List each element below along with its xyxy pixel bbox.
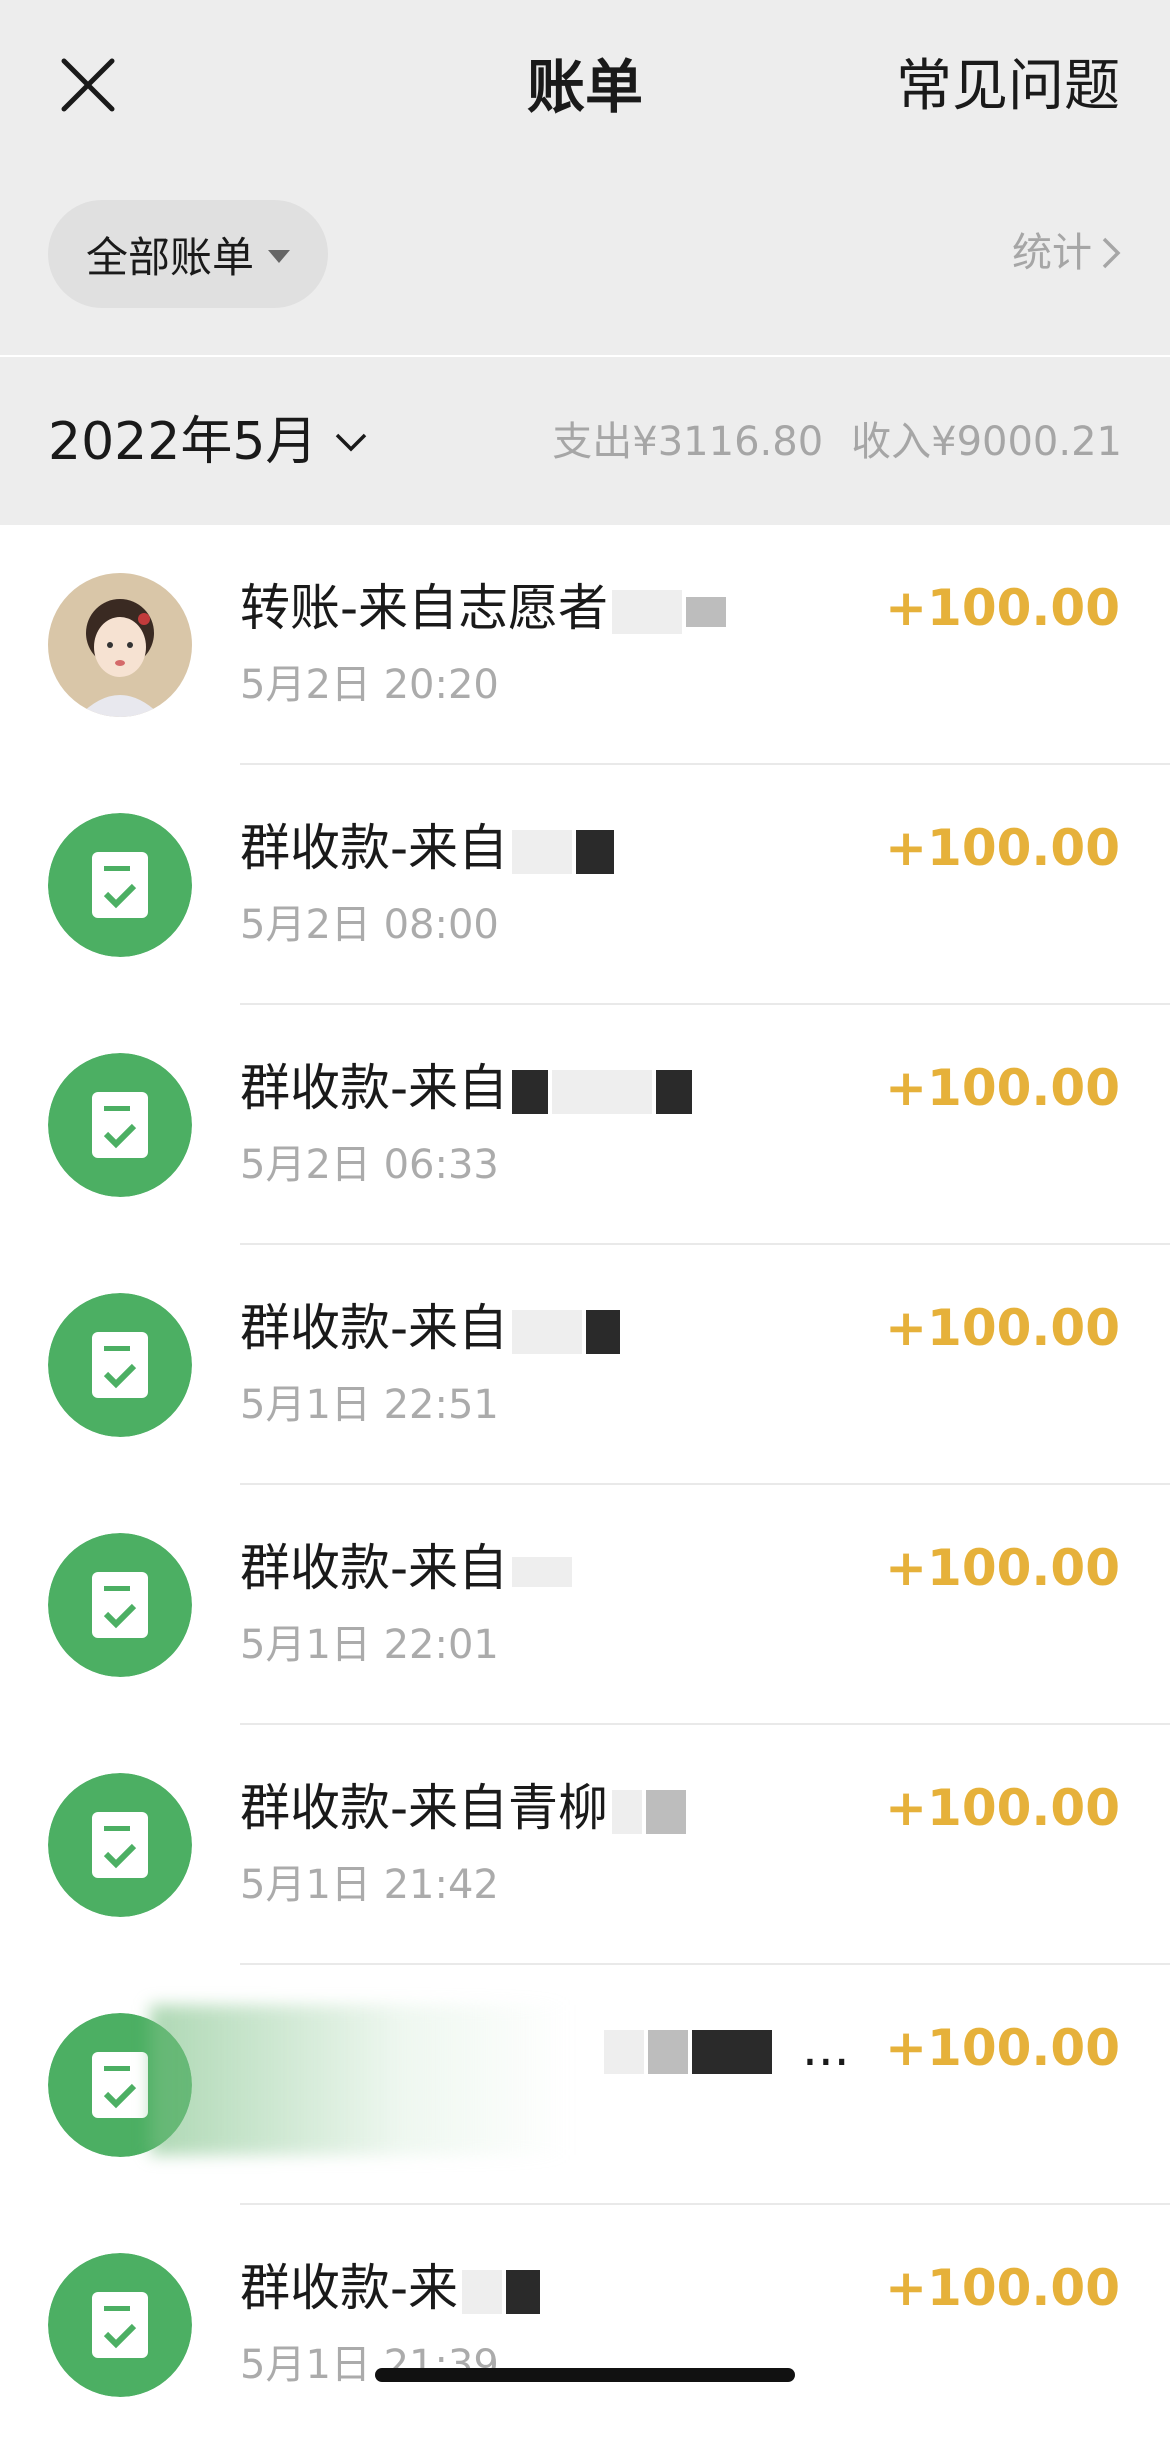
top-bar: 账单 常见问题 全部账单 统计 bbox=[0, 0, 1170, 355]
redacted-text bbox=[604, 2029, 644, 2074]
group-collect-icon bbox=[48, 1773, 192, 1917]
transaction-row[interactable]: ... +100.00 bbox=[0, 1965, 1170, 2205]
transaction-title: 群收款-来自 bbox=[240, 815, 615, 881]
redacted-text bbox=[552, 1069, 653, 1114]
transaction-amount: +100.00 bbox=[885, 1779, 1120, 1837]
redacted-text bbox=[646, 1789, 687, 1834]
redacted-text bbox=[612, 589, 683, 634]
transaction-amount: +100.00 bbox=[885, 1539, 1120, 1597]
month-totals: 支出¥3116.80 收入¥9000.21 bbox=[524, 411, 1122, 473]
stats-link[interactable]: 统计 bbox=[1012, 225, 1122, 281]
transaction-title: 群收款-来自 bbox=[240, 1055, 693, 1121]
transaction-amount: +100.00 bbox=[885, 2019, 1120, 2077]
transaction-amount: +100.00 bbox=[885, 819, 1120, 877]
group-collect-icon bbox=[48, 1053, 192, 1197]
transaction-row[interactable]: 群收款-来自 5月2日 06:33 +100.00 bbox=[0, 1005, 1170, 1245]
transaction-row[interactable]: 群收款-来 5月1日 21:39 +100.00 bbox=[0, 2205, 1170, 2445]
transaction-row[interactable]: 群收款-来自 5月2日 08:00 +100.00 bbox=[0, 765, 1170, 1005]
transaction-time: 5月1日 22:51 bbox=[240, 1382, 499, 1428]
transaction-title: 群收款-来自 bbox=[240, 1295, 621, 1361]
transaction-title: ... bbox=[600, 2015, 850, 2081]
redacted-text bbox=[512, 1556, 573, 1587]
group-collect-icon bbox=[48, 813, 192, 957]
transaction-time: 5月1日 22:01 bbox=[240, 1622, 499, 1668]
transaction-row[interactable]: 转账-来自志愿者 5月2日 20:20 +100.00 bbox=[0, 525, 1170, 765]
transaction-row[interactable]: 群收款-来自 5月1日 22:01 +100.00 bbox=[0, 1485, 1170, 1725]
redacted-text bbox=[462, 2269, 503, 2314]
transaction-title: 群收款-来 bbox=[240, 2255, 541, 2321]
group-collect-icon bbox=[48, 1533, 192, 1677]
bill-filter-label: 全部账单 bbox=[85, 232, 254, 282]
group-collect-icon-wrap bbox=[48, 1533, 192, 1677]
redacted-text bbox=[612, 1789, 643, 1834]
month-selector[interactable]: 2022年5月 bbox=[48, 407, 369, 477]
home-indicator[interactable] bbox=[375, 2368, 795, 2382]
group-collect-icon bbox=[48, 1293, 192, 1437]
transaction-row[interactable]: 群收款-来自 5月1日 22:51 +100.00 bbox=[0, 1245, 1170, 1485]
transaction-amount: +100.00 bbox=[885, 2259, 1120, 2317]
transaction-amount: +100.00 bbox=[885, 1059, 1120, 1117]
month-summary-bar: 2022年5月 支出¥3116.80 收入¥9000.21 bbox=[0, 357, 1170, 525]
redacted-text bbox=[692, 2029, 772, 2074]
transaction-time: 5月1日 21:39 bbox=[240, 2342, 499, 2388]
group-collect-icon-wrap bbox=[48, 1773, 192, 1917]
faq-link[interactable]: 常见问题 bbox=[896, 52, 1120, 122]
group-collect-icon-wrap bbox=[48, 1293, 192, 1437]
transaction-amount: +100.00 bbox=[885, 1299, 1120, 1357]
redacted-text bbox=[686, 596, 727, 627]
redacted-text bbox=[576, 829, 615, 874]
transaction-title: 群收款-来自 bbox=[240, 1535, 573, 1601]
stats-label: 统计 bbox=[1012, 230, 1092, 276]
redacted-text bbox=[512, 1069, 549, 1114]
chevron-down-icon bbox=[336, 433, 367, 452]
month-label: 2022年5月 bbox=[48, 412, 318, 472]
transaction-title: 转账-来自志愿者 bbox=[240, 575, 727, 641]
transaction-amount: +100.00 bbox=[885, 579, 1120, 637]
expense-total: 支出¥3116.80 bbox=[552, 419, 824, 465]
group-collect-icon bbox=[48, 2253, 192, 2397]
group-collect-icon-wrap bbox=[48, 2253, 192, 2397]
transaction-time: 5月2日 08:00 bbox=[240, 902, 499, 948]
blur-smudge bbox=[150, 2005, 570, 2155]
transaction-row[interactable]: 群收款-来自青柳 5月1日 21:42 +100.00 bbox=[0, 1725, 1170, 1965]
redacted-text bbox=[586, 1309, 621, 1354]
group-collect-icon-wrap bbox=[48, 813, 192, 957]
redacted-text bbox=[648, 2029, 688, 2074]
avatar bbox=[48, 573, 192, 717]
redacted-text bbox=[656, 1069, 693, 1114]
redacted-text bbox=[512, 1309, 583, 1354]
redacted-text bbox=[506, 2269, 541, 2314]
caret-down-icon bbox=[268, 249, 290, 263]
transaction-time: 5月2日 06:33 bbox=[240, 1142, 499, 1188]
transaction-title: 群收款-来自青柳 bbox=[240, 1775, 687, 1841]
redacted-text bbox=[512, 829, 573, 874]
bill-filter-button[interactable]: 全部账单 bbox=[48, 200, 328, 308]
income-total: 收入¥9000.21 bbox=[851, 419, 1122, 465]
group-collect-icon-wrap bbox=[48, 1053, 192, 1197]
transaction-list: 转账-来自志愿者 5月2日 20:20 +100.00 群收款-来自 5月2日 … bbox=[0, 525, 1170, 2445]
transaction-time: 5月2日 20:20 bbox=[240, 662, 499, 708]
transaction-time: 5月1日 21:42 bbox=[240, 1862, 499, 1908]
chevron-right-icon bbox=[1102, 237, 1121, 269]
